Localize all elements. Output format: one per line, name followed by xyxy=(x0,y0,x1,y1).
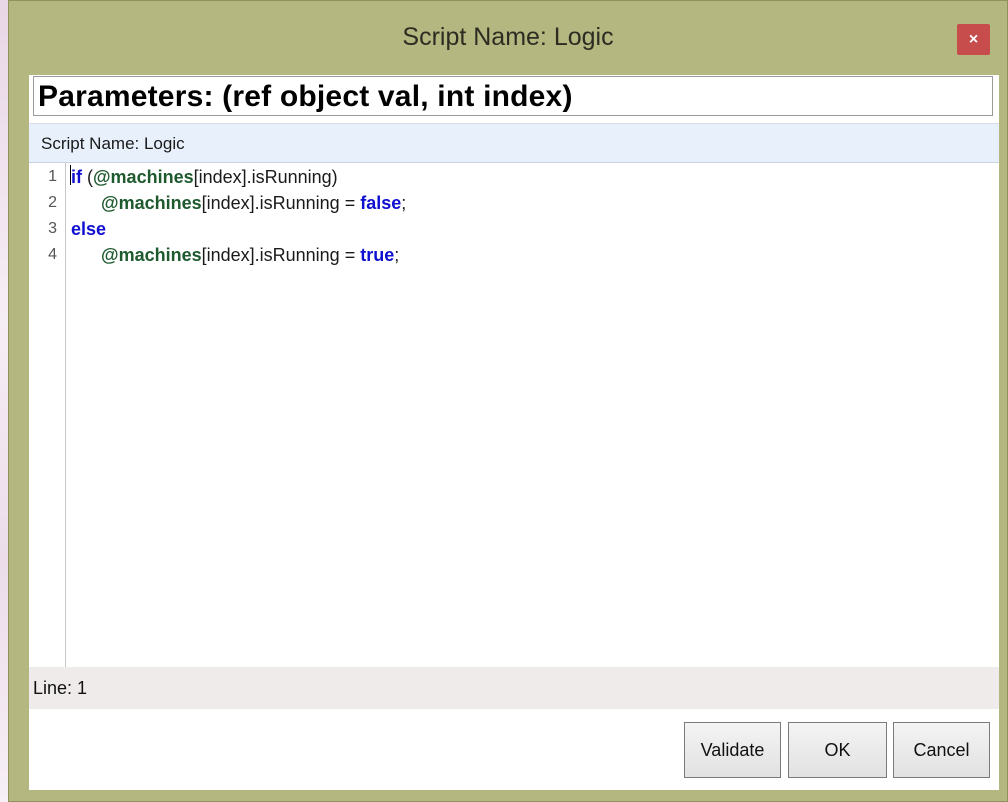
cancel-button[interactable]: Cancel xyxy=(893,722,990,778)
script-dialog-window: Script Name: Logic × Parameters: (ref ob… xyxy=(8,0,1008,802)
script-name-header: Script Name: Logic xyxy=(29,123,999,163)
validate-button[interactable]: Validate xyxy=(684,722,781,778)
code-text: [index].isRunning = xyxy=(201,245,361,265)
line-indicator: Line: 1 xyxy=(33,678,88,698)
close-icon: × xyxy=(968,31,979,48)
code-line[interactable]: if (@machines[index].isRunning) xyxy=(71,167,338,188)
code-line[interactable]: @machines[index].isRunning = false; xyxy=(71,193,406,214)
line-number: 4 xyxy=(48,246,57,263)
line-number-gutter: 1 2 3 4 xyxy=(29,163,66,667)
line-number: 2 xyxy=(48,194,57,211)
code-line[interactable]: @machines[index].isRunning = true; xyxy=(71,245,399,266)
dialog-client-area: Parameters: (ref object val, int index) … xyxy=(29,75,999,790)
code-variable: @machines xyxy=(101,193,202,213)
code-text: [index].isRunning = xyxy=(201,193,361,213)
code-keyword: else xyxy=(71,219,107,239)
window-title: Script Name: Logic xyxy=(402,23,614,51)
title-bar[interactable]: Script Name: Logic × xyxy=(9,1,1007,75)
code-variable: @machines xyxy=(101,245,202,265)
ok-button[interactable]: OK xyxy=(788,722,887,778)
code-line[interactable]: else xyxy=(71,219,106,240)
code-text: ; xyxy=(401,193,407,213)
line-number: 1 xyxy=(48,168,57,185)
script-name-label: Script Name: Logic xyxy=(41,134,185,153)
code-text: ; xyxy=(394,245,400,265)
code-keyword: true xyxy=(360,245,395,265)
status-bar: Line: 1 xyxy=(29,667,999,709)
code-text: [index].isRunning) xyxy=(193,167,338,187)
code-keyword: if xyxy=(71,167,82,187)
parameters-field[interactable]: Parameters: (ref object val, int index) xyxy=(33,76,993,116)
code-editor[interactable]: 1 2 3 4 if (@machines[index].isRunning) … xyxy=(29,163,999,667)
close-button[interactable]: × xyxy=(957,24,990,55)
code-text: ( xyxy=(82,167,93,187)
code-variable: @machines xyxy=(93,167,194,187)
line-number: 3 xyxy=(48,220,57,237)
code-keyword: false xyxy=(360,193,402,213)
parameters-text: Parameters: (ref object val, int index) xyxy=(38,80,573,113)
